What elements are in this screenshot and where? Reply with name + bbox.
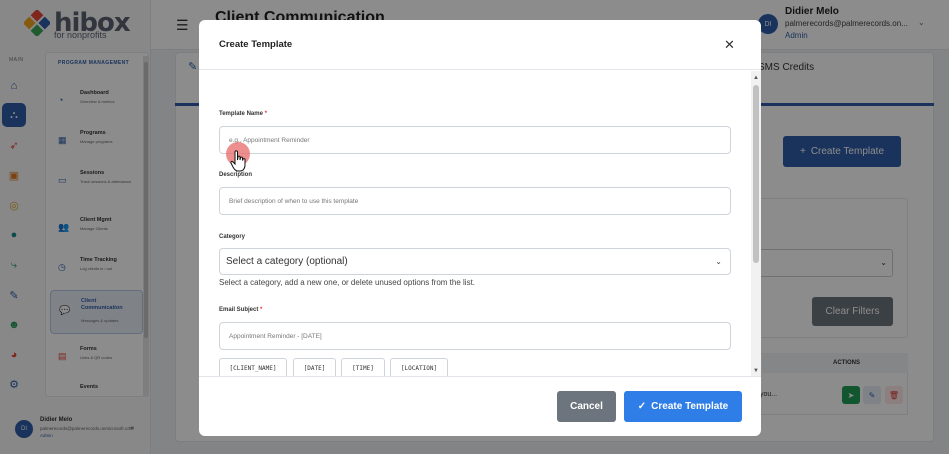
token-client-name[interactable]: [CLIENT_NAME] — [219, 358, 287, 376]
token-location[interactable]: [LOCATION] — [390, 358, 448, 376]
email-subject-label: Email Subject * — [219, 307, 263, 313]
modal-title: Create Template — [219, 39, 293, 50]
scrollbar-thumb[interactable] — [753, 85, 759, 263]
token-date[interactable]: [DATE] — [293, 358, 336, 376]
modal-scrollbar[interactable]: ▲ ▼ — [751, 71, 761, 376]
scroll-up-icon[interactable]: ▲ — [753, 75, 759, 81]
category-selected-value: Select a category (optional) — [226, 256, 348, 267]
modal-footer: Cancel ✓ Create Template — [199, 376, 761, 436]
check-icon: ✓ — [637, 401, 647, 412]
scroll-down-icon[interactable]: ▼ — [753, 368, 759, 374]
modal-body: Template Name * e.g., Appointment Remind… — [199, 71, 761, 376]
hand-cursor-icon — [230, 150, 246, 172]
create-template-button[interactable]: ✓ Create Template — [624, 391, 742, 422]
category-help-text: Select a category, add a new one, or del… — [219, 278, 476, 287]
close-icon[interactable]: ✕ — [724, 37, 735, 53]
template-name-label: Template Name * — [219, 111, 267, 117]
chevron-down-icon: ⌄ — [715, 257, 722, 266]
cancel-button[interactable]: Cancel — [557, 391, 616, 422]
email-subject-input[interactable]: Appointment Reminder - [DATE] — [219, 322, 731, 350]
category-label: Category — [219, 234, 246, 240]
category-select[interactable]: Select a category (optional) ⌄ — [219, 248, 731, 275]
pointer-cursor-icon — [226, 142, 252, 174]
template-name-input[interactable]: e.g., Appointment Reminder — [219, 126, 731, 154]
modal-header: Create Template ✕ — [199, 20, 761, 70]
button-label: Create Template — [651, 401, 729, 412]
create-template-modal: Create Template ✕ Template Name * e.g., … — [199, 20, 761, 436]
description-input[interactable]: Brief description of when to use this te… — [219, 187, 731, 215]
token-time[interactable]: [TIME] — [341, 358, 385, 376]
